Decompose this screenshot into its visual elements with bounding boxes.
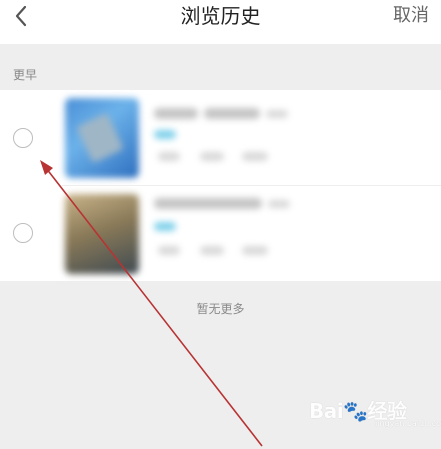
blurred-meta: [200, 152, 224, 161]
history-list: [0, 90, 441, 281]
blurred-text: [266, 110, 288, 118]
paw-icon: 🐾: [343, 399, 368, 423]
blurred-meta: [242, 152, 268, 161]
blurred-meta: [158, 152, 180, 161]
blurred-tag: [154, 130, 176, 139]
blurred-meta: [200, 246, 224, 255]
blurred-tag: [154, 222, 176, 231]
thumbnail: [65, 98, 139, 178]
watermark-url: jingyan.baidu.com: [375, 419, 441, 428]
history-item-content[interactable]: [62, 186, 422, 282]
no-more-text: 暂无更多: [196, 302, 245, 316]
thumbnail: [65, 194, 139, 274]
section-label-earlier: 更早: [13, 68, 38, 82]
page-title: 浏览历史: [180, 4, 261, 28]
nav-bar: 浏览历史 取消: [0, 0, 441, 44]
select-radio[interactable]: [13, 223, 33, 243]
history-item: [0, 90, 441, 186]
baidu-watermark: Bai🐾经验 jingyan.baidu.com: [305, 393, 441, 433]
history-item: [0, 186, 441, 282]
history-item-content[interactable]: [62, 90, 422, 186]
blurred-text: [204, 108, 260, 119]
cancel-button[interactable]: 取消: [393, 2, 429, 30]
blurred-text: [154, 198, 262, 209]
blurred-meta: [158, 246, 180, 255]
blurred-text: [154, 108, 198, 119]
blurred-text: [268, 200, 290, 208]
blurred-meta: [242, 246, 268, 255]
select-radio[interactable]: [13, 128, 33, 148]
